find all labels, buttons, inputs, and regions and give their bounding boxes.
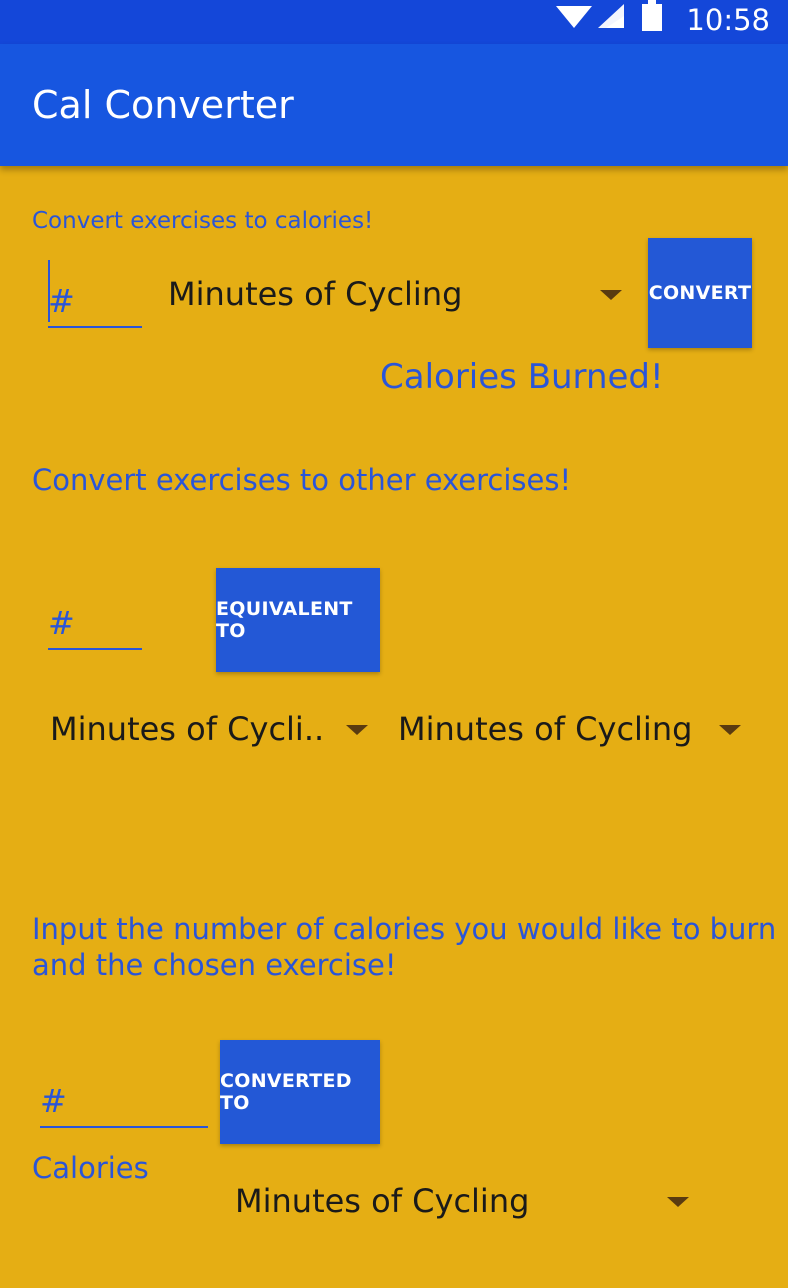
input-placeholder: #: [48, 604, 75, 642]
status-icons: [556, 0, 662, 31]
status-bar: 10:58: [0, 0, 788, 44]
dropdown-arrow-icon: [667, 1197, 689, 1207]
calories-label: Calories: [32, 1151, 149, 1185]
app-title: Cal Converter: [32, 83, 294, 127]
to-exercise-select[interactable]: Minutes of Cycling: [398, 701, 743, 757]
calories-result: Calories Burned!: [380, 357, 664, 397]
input-placeholder: #: [40, 1082, 67, 1120]
input-placeholder: #: [48, 282, 75, 320]
dropdown-arrow-icon: [346, 725, 368, 735]
section3-heading-line2: and the chosen exercise!: [32, 948, 397, 982]
calories-input[interactable]: #: [40, 1070, 208, 1128]
equivalent-to-button[interactable]: EQUIVALENT TO: [216, 568, 380, 672]
from-exercise-select[interactable]: Minutes of Cycli..: [50, 701, 370, 757]
exercise-select-value: Minutes of Cycling: [168, 275, 463, 313]
converted-to-button[interactable]: CONVERTED TO: [220, 1040, 380, 1144]
section1-heading: Convert exercises to calories!: [32, 208, 374, 234]
section2-heading: Convert exercises to other exercises!: [32, 463, 572, 497]
exercise-amount-input[interactable]: #: [48, 260, 142, 328]
dropdown-arrow-icon: [719, 725, 741, 735]
section3-heading: Input the number of calories you would l…: [32, 911, 776, 983]
convert-button[interactable]: CONVERT: [648, 238, 752, 348]
exercise-select[interactable]: Minutes of Cycling: [168, 266, 624, 322]
dropdown-arrow-icon: [600, 290, 622, 300]
battery-icon: [642, 0, 662, 31]
section3-heading-line1: Input the number of calories you would l…: [32, 912, 777, 946]
app-bar: Cal Converter: [0, 44, 788, 166]
target-exercise-select-value: Minutes of Cycling: [235, 1182, 530, 1220]
target-exercise-select[interactable]: Minutes of Cycling: [235, 1173, 691, 1229]
to-exercise-select-value: Minutes of Cycling: [398, 710, 693, 748]
signal-icon: [598, 4, 624, 28]
wifi-icon: [556, 6, 592, 28]
exercise-amount-input-2[interactable]: #: [48, 590, 142, 650]
from-exercise-select-value: Minutes of Cycli..: [50, 710, 325, 748]
status-time: 10:58: [686, 3, 770, 37]
